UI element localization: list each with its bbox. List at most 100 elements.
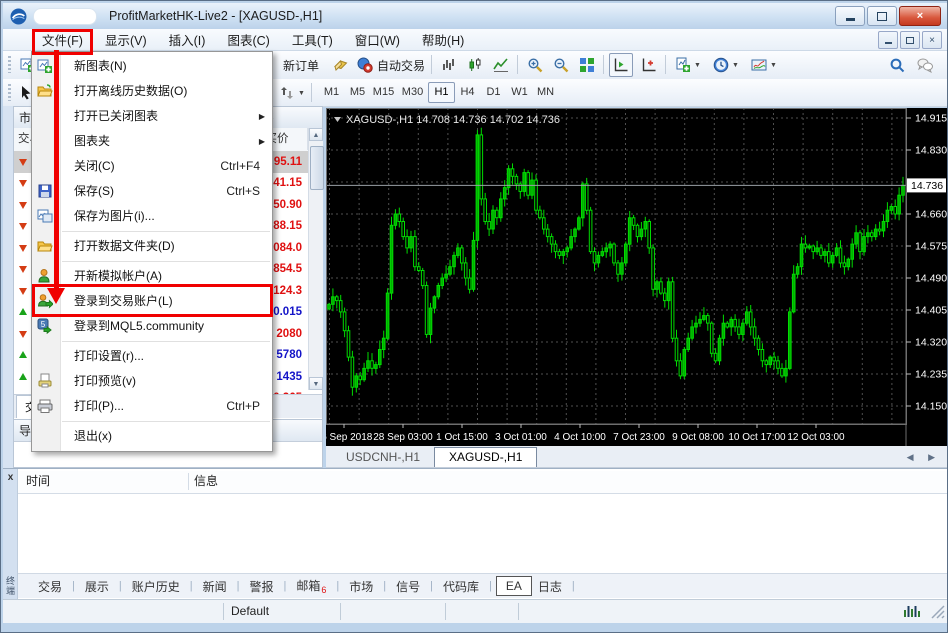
chart-close-button[interactable]: × [922, 31, 942, 49]
timeframe-h1[interactable]: H1 [428, 82, 455, 103]
file-menu-item-13[interactable]: 打印预览(v) [32, 369, 272, 394]
price-axis-label: 14.150 [915, 401, 947, 413]
autotrade-button[interactable]: 自动交易 [353, 53, 429, 77]
terminal-tab-邮箱[interactable]: 邮箱6 [290, 575, 332, 597]
scrollbar-thumb[interactable] [310, 146, 324, 190]
menubar-item-7[interactable]: 帮助(H) [411, 28, 475, 51]
menubar-item-6[interactable]: 窗口(W) [344, 28, 411, 51]
tab-separator: | [489, 580, 492, 592]
terminal-tab-交易[interactable]: 交易 [32, 576, 68, 597]
zoom-in-button[interactable] [523, 53, 547, 77]
new-order-button[interactable]: 新订单 [275, 53, 323, 77]
chat-button[interactable] [913, 53, 937, 77]
tab-separator: | [336, 580, 339, 592]
sync-icon [279, 85, 295, 101]
file-menu-item-label: 打开离线历史数据(O) [74, 84, 187, 98]
terminal-tab-日志[interactable]: 日志 [532, 576, 568, 597]
tile-windows-button[interactable] [575, 53, 599, 77]
timeframe-mn[interactable]: MN [532, 82, 559, 103]
file-menu-item-label: 新图表(N) [74, 59, 127, 73]
file-menu-item-12[interactable]: 打印设置(r)... [32, 344, 272, 369]
autotrade-icon [357, 57, 373, 73]
file-menu-item-8[interactable]: 打开数据文件夹(D) [32, 234, 272, 259]
terminal-tab-代码库[interactable]: 代码库 [437, 576, 485, 597]
periods-button[interactable]: ▼ [709, 53, 743, 77]
indicators-button[interactable]: ▼ [671, 53, 705, 77]
file-menu-item-11[interactable]: 5登录到MQL5.community [32, 314, 272, 339]
tick-sync-button[interactable]: ▼ [275, 81, 309, 105]
file-menu-item-6[interactable]: 保存(S)Ctrl+S [32, 179, 272, 204]
chart-shift-icon [613, 57, 629, 73]
title-bar: ProfitMarketHK-Live2 - [XAGUSD-,H1] × [3, 3, 947, 29]
window-close-button[interactable]: × [899, 6, 941, 26]
market-watch-scrollbar[interactable]: ▲ ▼ [308, 128, 323, 390]
terminal-tab-新闻[interactable]: 新闻 [197, 576, 233, 597]
save-icon [37, 183, 54, 200]
column-message[interactable]: 信息 [194, 471, 218, 492]
timeframe-h4[interactable]: H4 [454, 82, 481, 103]
candlestick-chart-button[interactable] [463, 53, 487, 77]
indicators-icon [675, 57, 691, 73]
search-button[interactable] [885, 53, 909, 77]
file-menu-item-15[interactable]: 退出(x) [32, 424, 272, 449]
menubar-item-4[interactable]: 图表(C) [216, 28, 280, 51]
time-axis-label: 9 Oct 08:00 [672, 432, 724, 443]
scroll-down-icon[interactable]: ▼ [309, 377, 323, 390]
window-restore-button[interactable] [867, 6, 897, 26]
time-axis-label: 28 Sep 03:00 [373, 432, 433, 443]
file-menu-item-2[interactable]: 打开离线历史数据(O) [32, 79, 272, 104]
time-axis-label: 4 Oct 10:00 [554, 432, 606, 443]
terminal-close-icon[interactable]: x [4, 472, 17, 485]
terminal-tab-展示[interactable]: 展示 [79, 576, 115, 597]
scroll-up-icon[interactable]: ▲ [309, 128, 323, 141]
price-chart[interactable]: 14.91514.83014.66014.57514.49014.40514.3… [326, 108, 947, 446]
menubar-item-3[interactable]: 插入(I) [158, 28, 217, 51]
file-menu-item-14[interactable]: 打印(P)...Ctrl+P [32, 394, 272, 419]
chart-restore-button[interactable] [900, 31, 920, 49]
chart-shift-button[interactable] [609, 53, 633, 77]
chart-tab-1[interactable]: USDCNH-,H1 [332, 448, 434, 467]
templates-icon [751, 57, 767, 73]
chart-minimize-button[interactable] [878, 31, 898, 49]
terminal-tab-警报[interactable]: 警报 [244, 576, 280, 597]
chart-tab-2[interactable]: XAGUSD-,H1 [434, 447, 537, 467]
timeframe-d1[interactable]: D1 [480, 82, 507, 103]
tab-separator: | [119, 580, 122, 592]
file-menu-item-5[interactable]: 关闭(C)Ctrl+F4 [32, 154, 272, 179]
line-chart-button[interactable] [489, 53, 513, 77]
column-time[interactable]: 时间 [26, 471, 50, 492]
timeframe-m5[interactable]: M5 [344, 82, 371, 103]
terminal-tab-label: EA [506, 579, 522, 593]
time-axis-label: 12 Oct 03:00 [787, 432, 845, 443]
terminal-tab-账户历史[interactable]: 账户历史 [126, 576, 186, 597]
timeframe-m15[interactable]: M15 [370, 82, 397, 103]
file-menu-item-4[interactable]: 图表夹▶ [32, 129, 272, 154]
chart-tab-scroll-arrows[interactable]: ◀ ▶ [907, 452, 941, 463]
status-profile[interactable]: Default [231, 604, 269, 618]
timeframe-w1[interactable]: W1 [506, 82, 533, 103]
terminal-tab-EA[interactable]: EA [496, 576, 532, 596]
timeframe-m1[interactable]: M1 [318, 82, 345, 103]
file-menu-item-label: 保存(S) [74, 184, 114, 198]
file-menu-item-label: 打印预览(v) [74, 374, 136, 388]
bar-chart-button[interactable] [437, 53, 461, 77]
annotation-arrow-line [54, 50, 59, 288]
terminal-side-strip: x 终端 [3, 469, 18, 600]
printer-icon [37, 398, 54, 415]
file-menu-item-7[interactable]: 保存为图片(i)... [32, 204, 272, 229]
news-button[interactable] [329, 53, 353, 77]
down-arrow-icon [14, 175, 32, 191]
resize-grip[interactable] [930, 604, 945, 619]
file-menu-item-3[interactable]: 打开已关闭图表▶ [32, 104, 272, 129]
window-minimize-button[interactable] [835, 6, 865, 26]
terminal-tab-市场[interactable]: 市场 [343, 576, 379, 597]
menubar-item-2[interactable]: 显示(V) [94, 28, 158, 51]
auto-scroll-button[interactable] [637, 53, 661, 77]
templates-button[interactable]: ▼ [747, 53, 781, 77]
menubar-item-5[interactable]: 工具(T) [281, 28, 344, 51]
timeframe-m30[interactable]: M30 [399, 82, 426, 103]
zoom-out-button[interactable] [549, 53, 573, 77]
time-axis-label: 26 Sep 2018 [326, 432, 373, 443]
terminal-tab-信号[interactable]: 信号 [390, 576, 426, 597]
file-menu-item-1[interactable]: 新图表(N) [32, 54, 272, 79]
